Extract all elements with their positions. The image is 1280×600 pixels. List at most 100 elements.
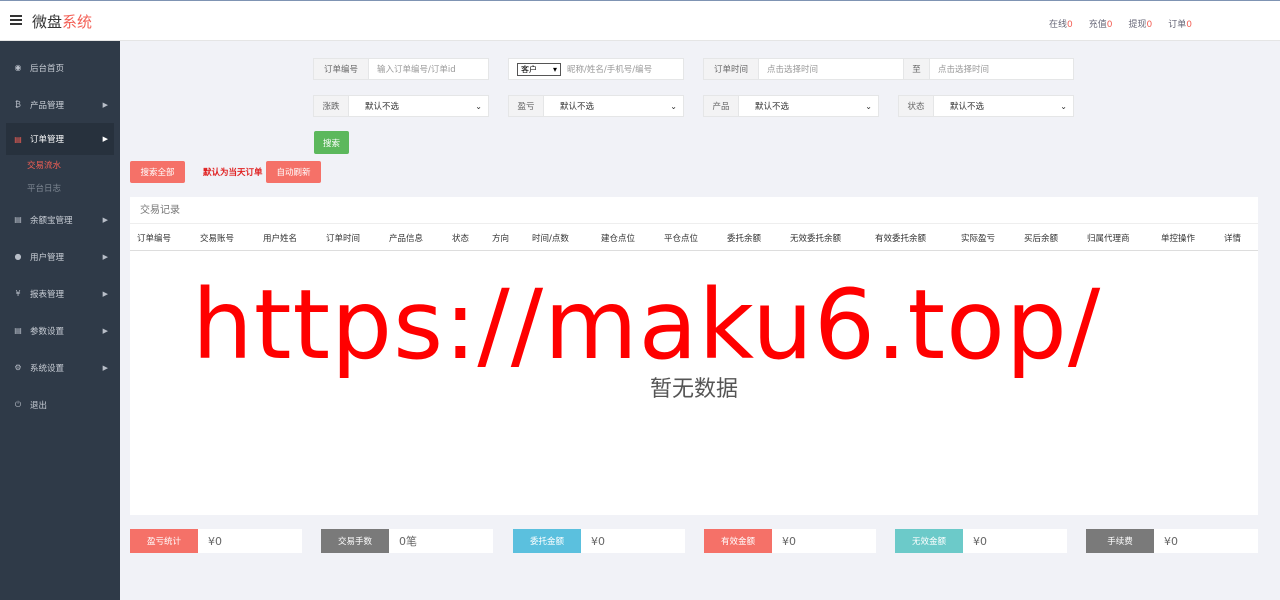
col-after-balance: 买后余额 (1024, 234, 1059, 244)
rise-fall-select[interactable]: 默认不选 ⌄ (349, 96, 488, 116)
stat-profit: 盈亏统计 ¥0 (130, 529, 302, 553)
online-link[interactable]: 在线0 (1049, 17, 1073, 30)
order-time-label: 订单时间 (704, 59, 759, 79)
sidebar-item-balance[interactable]: ▤ 余额宝管理 ▶ (0, 201, 120, 238)
customer-filter: 客户 ▾ 昵称/姓名/手机号/编号 (508, 58, 684, 80)
sidebar-item-users[interactable]: ● 用户管理 ▶ (0, 238, 120, 275)
chevron-down-icon: ⌄ (670, 101, 677, 111)
status-filter: 状态 默认不选 ⌄ (898, 95, 1074, 117)
stat-entrust: 委托金额 ¥0 (513, 529, 685, 553)
gear-icon: ⚙ (14, 363, 22, 372)
chevron-down-icon: ⌄ (865, 101, 872, 111)
col-open-point: 建仓点位 (601, 234, 636, 244)
sidebar-item-orders[interactable]: ▤ 订单管理 ▶ (6, 123, 114, 155)
stat-fee: 手续费 ¥0 (1086, 529, 1258, 553)
sidebar-item-products[interactable]: ₿ 产品管理 ▶ (0, 86, 120, 123)
stat-profit-label: 盈亏统计 (130, 529, 198, 553)
order-time-filter: 订单时间 点击选择时间 至 点击选择时间 (703, 58, 1074, 80)
col-order-no: 订单编号 (137, 234, 172, 244)
sidebar: ◉ 后台首页 ₿ 产品管理 ▶ ▤ 订单管理 ▶ 交易流水 平台日志 ▤ 余额宝管理 ▶ ● 用… (0, 41, 120, 600)
col-order-time: 订单时间 (326, 234, 361, 244)
stat-entrust-value: ¥0 (591, 534, 605, 548)
product-filter: 产品 默认不选 ⌄ (703, 95, 879, 117)
customer-type-select[interactable]: 客户 ▾ (517, 63, 561, 76)
time-to-input[interactable]: 点击选择时间 (930, 59, 1073, 79)
sidebar-item-params[interactable]: ▤ 参数设置 ▶ (0, 312, 120, 349)
chevron-right-icon: ▶ (102, 135, 108, 143)
profit-label: 盈亏 (509, 96, 544, 116)
sidebar-item-logout[interactable]: ⏻ 退出 (0, 386, 120, 423)
stat-invalid: 无效金额 ¥0 (895, 529, 1067, 553)
col-agent: 归属代理商 (1087, 234, 1130, 244)
stat-invalid-value: ¥0 (973, 534, 987, 548)
stat-fee-label: 手续费 (1086, 529, 1154, 553)
power-icon: ⏻ (14, 399, 22, 409)
stat-lots: 交易手数 0笔 (321, 529, 493, 553)
chevron-down-icon: ⌄ (475, 101, 482, 111)
col-details: 详情 (1224, 234, 1242, 244)
order-no-filter: 订单编号 输入订单编号/订单id (313, 58, 489, 80)
chevron-down-icon: ▾ (552, 65, 557, 74)
auto-refresh-button[interactable]: 自动刷新 (266, 161, 321, 183)
chevron-right-icon: ▶ (102, 326, 108, 335)
yen-icon: ¥ (15, 289, 21, 298)
chevron-right-icon: ▶ (102, 215, 108, 224)
chevron-right-icon: ▶ (102, 289, 108, 298)
order-no-input[interactable]: 输入订单编号/订单id (369, 59, 488, 79)
search-all-button[interactable]: 搜索全部 (130, 161, 185, 183)
col-actual-profit: 实际盈亏 (961, 234, 996, 244)
col-close-point: 平仓点位 (664, 234, 699, 244)
col-account: 交易账号 (200, 234, 235, 244)
brand-accent: 系统 (62, 13, 93, 31)
params-icon: ▤ (14, 326, 22, 335)
col-user-name: 用户姓名 (263, 234, 298, 244)
brand-main: 微盘 (32, 13, 63, 31)
time-from-input[interactable]: 点击选择时间 (759, 59, 903, 79)
status-label: 状态 (899, 96, 934, 116)
panel-title: 交易记录 (130, 197, 1258, 224)
chevron-right-icon: ▶ (102, 363, 108, 372)
stat-profit-value: ¥0 (208, 534, 222, 548)
order-no-label: 订单编号 (314, 59, 369, 79)
stat-invalid-label: 无效金额 (895, 529, 963, 553)
col-status: 状态 (452, 234, 470, 244)
stat-valid-value: ¥0 (782, 534, 796, 548)
sidebar-item-settings[interactable]: ⚙ 系统设置 ▶ (0, 349, 120, 386)
col-invalid-entrust: 无效委托余额 (790, 234, 842, 244)
orders-link[interactable]: 订单0 (1168, 17, 1192, 30)
col-valid-entrust: 有效委托余额 (875, 234, 927, 244)
top-links: 在线0 充值0 提现0 订单0 (1049, 17, 1192, 30)
order-icon: ▤ (14, 134, 22, 144)
menu-toggle-icon[interactable] (10, 15, 22, 25)
search-button[interactable]: 搜索 (314, 131, 349, 154)
stat-entrust-label: 委托金额 (513, 529, 581, 553)
profit-select[interactable]: 默认不选 ⌄ (544, 96, 683, 116)
product-label: 产品 (704, 96, 739, 116)
recharge-link[interactable]: 充值0 (1089, 17, 1113, 30)
default-today-note: 默认为当天订单 (203, 168, 263, 178)
profit-filter: 盈亏 默认不选 ⌄ (508, 95, 684, 117)
rise-fall-label: 涨跌 (314, 96, 349, 116)
wallet-icon: ▤ (14, 215, 22, 224)
col-time-points: 时间/点数 (532, 234, 569, 244)
customer-input[interactable]: 昵称/姓名/手机号/编号 (567, 59, 683, 79)
watermark-url: https://maku6.top/ (192, 269, 1102, 381)
status-select[interactable]: 默认不选 ⌄ (934, 96, 1073, 116)
sidebar-subitem-platform-log[interactable]: 平台日志 (0, 178, 120, 201)
col-direction: 方向 (492, 234, 510, 244)
withdraw-link[interactable]: 提现0 (1129, 17, 1153, 30)
product-select[interactable]: 默认不选 ⌄ (739, 96, 878, 116)
stat-lots-label: 交易手数 (321, 529, 389, 553)
table-header: 订单编号 交易账号 用户姓名 订单时间 产品信息 状态 方向 时间/点数 建仓点… (130, 224, 1258, 251)
brand-logo: 微盘系统 (32, 11, 92, 32)
sidebar-item-reports[interactable]: ¥ 报表管理 ▶ (0, 275, 120, 312)
chevron-right-icon: ▶ (102, 100, 108, 109)
sidebar-item-dashboard[interactable]: ◉ 后台首页 (0, 49, 120, 86)
chevron-down-icon: ⌄ (1060, 101, 1067, 111)
stat-fee-value: ¥0 (1164, 534, 1178, 548)
col-product-info: 产品信息 (389, 234, 424, 244)
bitcoin-icon: ₿ (15, 100, 21, 109)
col-entrust-balance: 委托余额 (727, 234, 762, 244)
sidebar-subitem-transactions[interactable]: 交易流水 (0, 155, 120, 178)
chevron-right-icon: ▶ (102, 252, 108, 261)
